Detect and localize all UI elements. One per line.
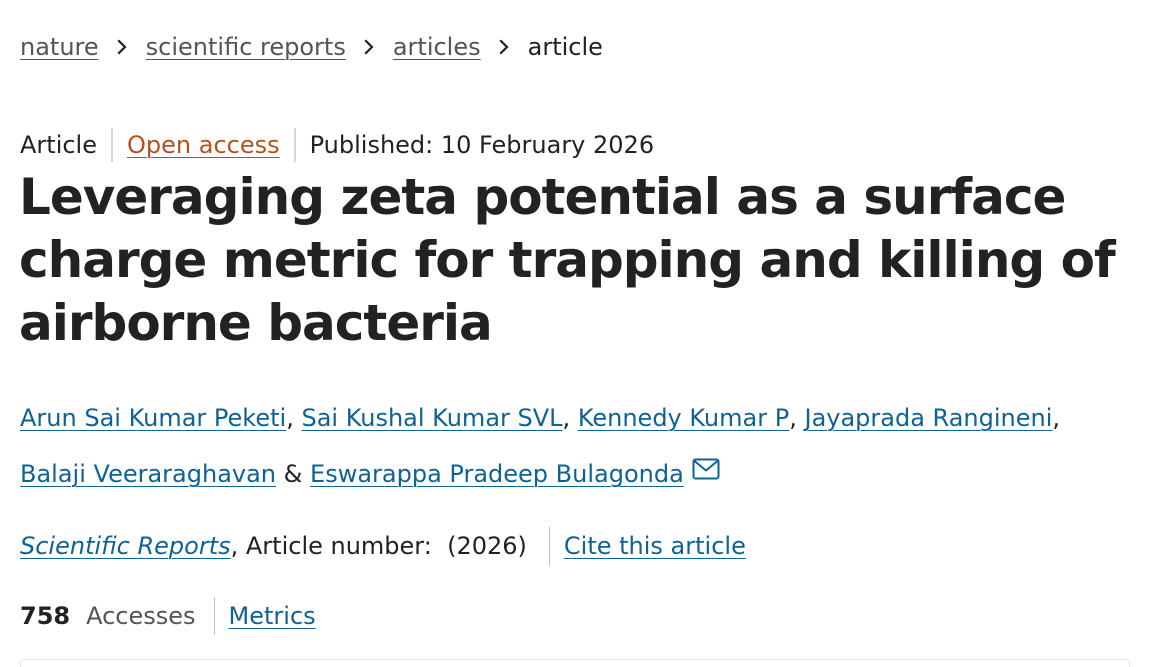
article-page: nature scientific reports articles artic… (0, 0, 1175, 667)
mail-icon[interactable] (692, 458, 720, 480)
article-type: Article (20, 131, 97, 159)
author-link[interactable]: Kennedy Kumar P (578, 404, 789, 432)
author-link[interactable]: Jayaprada Rangineni (804, 404, 1052, 432)
breadcrumb-current: article (527, 33, 603, 61)
author-link[interactable]: Arun Sai Kumar Peketi (20, 404, 286, 432)
journal-info: Scientific Reports , Article number: (20… (20, 527, 746, 565)
breadcrumb-link-nature[interactable]: nature (20, 30, 99, 64)
content-box-edge (20, 659, 1130, 667)
divider (111, 128, 113, 162)
open-access-link[interactable]: Open access (127, 128, 280, 162)
author-link[interactable]: Sai Kushal Kumar SVL (301, 404, 562, 432)
accesses-label: Accesses (86, 602, 196, 630)
cite-article-link[interactable]: Cite this article (564, 529, 746, 563)
divider (213, 597, 215, 635)
published-date: Published: 10 February 2026 (309, 131, 655, 159)
author-separator: , (286, 404, 294, 432)
author-separator: , (1052, 404, 1061, 432)
breadcrumb: nature scientific reports articles artic… (20, 30, 603, 64)
accesses-count: 758 (20, 602, 71, 630)
divider (293, 128, 296, 162)
divider (548, 527, 550, 565)
chevron-right-icon (346, 39, 393, 55)
article-metrics: 758 Accesses Metrics (20, 597, 316, 635)
author-separator: , (562, 404, 571, 432)
article-number: , Article number: (2026) (230, 532, 527, 560)
article-meta: Article Open access Published: 10 Februa… (20, 128, 654, 162)
breadcrumb-link-scientific-reports[interactable]: scientific reports (146, 30, 346, 64)
chevron-right-icon (481, 39, 528, 55)
author-link[interactable]: Balaji Veeraraghavan (20, 460, 276, 488)
breadcrumb-link-articles[interactable]: articles (393, 30, 481, 64)
chevron-right-icon (99, 39, 146, 55)
article-title: Leveraging zeta potential as a surface c… (19, 168, 1116, 352)
journal-link[interactable]: Scientific Reports (20, 529, 231, 563)
metrics-link[interactable]: Metrics (229, 599, 316, 633)
author-list: Arun Sai Kumar Peketi, Sai Kushal Kumar … (20, 390, 1140, 502)
author-link-corresponding[interactable]: Eswarappa Pradeep Bulagonda (310, 460, 684, 488)
author-ampersand: & (283, 460, 303, 488)
author-separator: , (789, 404, 797, 432)
